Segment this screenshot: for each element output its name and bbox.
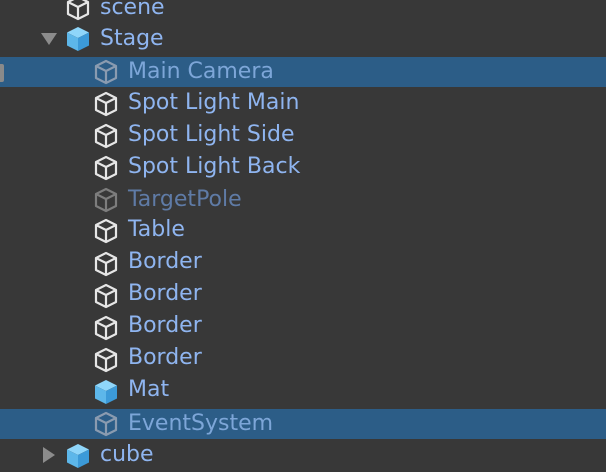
hierarchy-item-cube[interactable]: cube: [0, 440, 606, 472]
prefab-icon: [64, 442, 92, 470]
hierarchy-item-targetpole[interactable]: TargetPole: [0, 185, 606, 217]
gameobject-icon: [64, 0, 92, 22]
hierarchy-item-spot-light-main[interactable]: Spot Light Main: [0, 88, 606, 120]
hierarchy-item-mat[interactable]: Mat: [0, 376, 606, 408]
hierarchy-item-label: Mat: [128, 377, 170, 402]
hierarchy-item-spot-light-back[interactable]: Spot Light Back: [0, 152, 606, 184]
hierarchy-item-label: Border: [128, 281, 202, 306]
gameobject-icon: [92, 58, 120, 86]
hierarchy-item-label: Main Camera: [128, 59, 274, 84]
foldout-expanded-arrow-icon[interactable]: [41, 33, 57, 45]
hierarchy-item-label: Stage: [100, 26, 164, 51]
hierarchy-item-label: cube: [100, 442, 154, 467]
hierarchy-item-table[interactable]: Table: [0, 216, 606, 248]
hierarchy-item-label: Border: [128, 249, 202, 274]
hierarchy-item-border[interactable]: Border: [0, 312, 606, 344]
hierarchy-item-border[interactable]: Border: [0, 344, 606, 376]
gameobject-icon: [92, 217, 120, 245]
gameobject-icon: [92, 410, 120, 438]
scroll-edge-indicator: [0, 64, 4, 82]
hierarchy-item-label: Border: [128, 313, 202, 338]
hierarchy-item-label: EventSystem: [128, 411, 274, 436]
hierarchy-item-label: Border: [128, 345, 202, 370]
gameobject-inactive-icon: [92, 186, 120, 214]
hierarchy-item-main-camera[interactable]: Main Camera: [0, 57, 606, 87]
hierarchy-item-label: TargetPole: [128, 187, 242, 212]
foldout-collapsed-arrow-icon[interactable]: [43, 447, 55, 463]
hierarchy-item-label: Table: [128, 217, 185, 242]
gameobject-icon: [92, 154, 120, 182]
hierarchy-item-label: Spot Light Side: [128, 122, 295, 147]
gameobject-icon: [92, 250, 120, 278]
gameobject-icon: [92, 346, 120, 374]
gameobject-icon: [92, 90, 120, 118]
gameobject-icon: [92, 282, 120, 310]
hierarchy-item-scene[interactable]: scene: [0, 0, 606, 24]
hierarchy-item-eventsystem[interactable]: EventSystem: [0, 409, 606, 439]
gameobject-icon: [92, 314, 120, 342]
hierarchy-item-label: Spot Light Main: [128, 90, 300, 115]
gameobject-icon: [92, 122, 120, 150]
hierarchy-item-stage[interactable]: Stage: [0, 23, 606, 55]
hierarchy-item-label: Spot Light Back: [128, 154, 301, 179]
hierarchy-item-border[interactable]: Border: [0, 280, 606, 312]
prefab-icon: [64, 25, 92, 53]
hierarchy-panel: scene Stage Main Camera Spot Light Main …: [0, 0, 606, 472]
hierarchy-item-spot-light-side[interactable]: Spot Light Side: [0, 120, 606, 152]
hierarchy-item-border[interactable]: Border: [0, 248, 606, 280]
prefab-icon: [92, 378, 120, 406]
hierarchy-item-label: scene: [100, 0, 165, 20]
